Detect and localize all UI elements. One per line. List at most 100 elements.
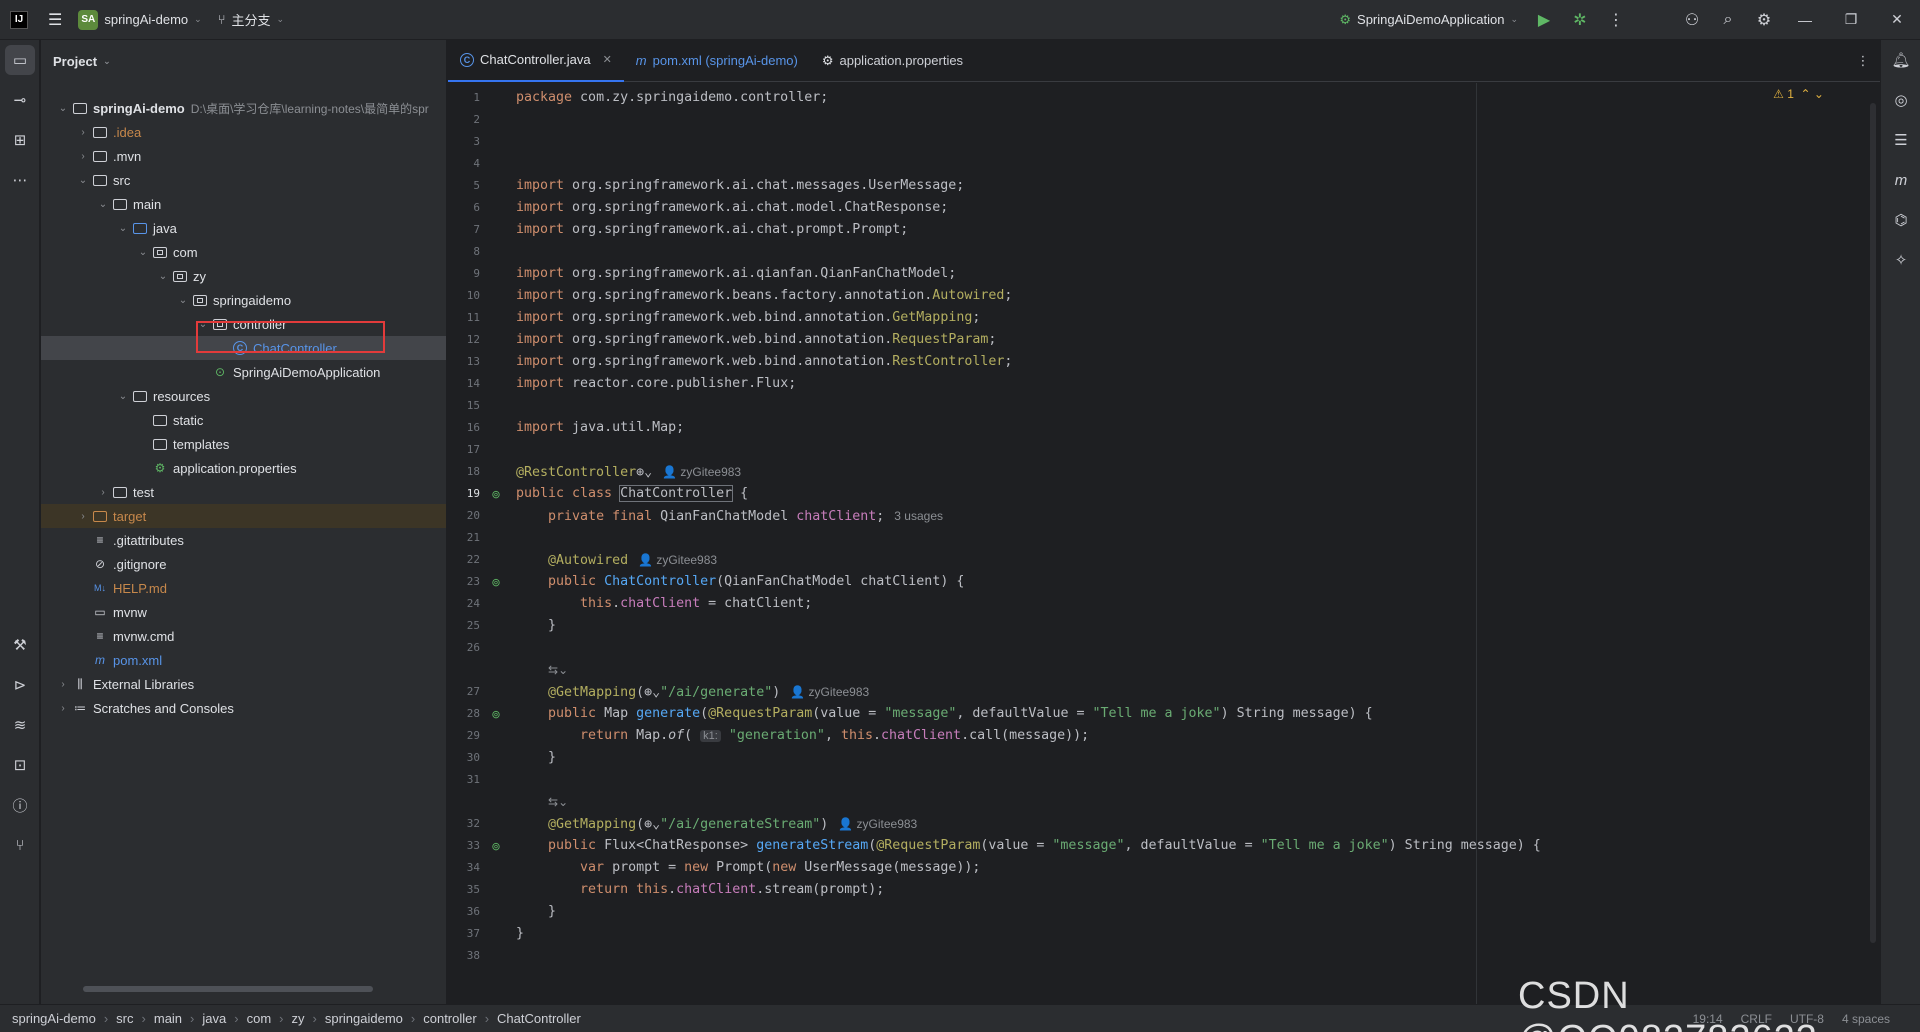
chevron-right-icon[interactable]: › [55,703,71,714]
tree-item[interactable]: templates [41,432,446,456]
services-icon[interactable]: ⊳ [0,665,40,705]
tree-item[interactable]: ⌄ springaidemo [41,288,446,312]
add-user-icon[interactable]: ⚇ [1674,0,1710,40]
horizontal-scrollbar[interactable] [83,986,373,992]
tree-item[interactable]: ⊙ SpringAiDemoApplication [41,360,446,384]
breadcrumb-item[interactable]: java [202,1011,226,1026]
spring-bean-gutter-icon[interactable]: ⊚ [488,486,504,502]
line-number[interactable]: 8 [448,241,518,263]
line-number[interactable]: 9 [448,263,518,285]
chevron-down-icon[interactable]: ⌄ [155,271,171,282]
tree-item[interactable]: › .idea [41,120,446,144]
code-line[interactable]: ⇆⌄ [516,791,568,813]
code-line[interactable]: import reactor.core.publisher.Flux; [516,373,796,395]
close-tab-icon[interactable]: ✕ [603,53,612,66]
breadcrumb-item[interactable]: com [247,1011,272,1026]
project-panel-header[interactable]: Project ⌄ [41,40,446,82]
breadcrumb-item[interactable]: springAi-demo [12,1011,96,1026]
line-number[interactable]: 29 [448,725,518,747]
tree-item[interactable]: ▭ mvnw [41,600,446,624]
code-line[interactable]: var prompt = new Prompt(new UserMessage(… [516,857,980,879]
line-number[interactable] [448,659,518,681]
code-line[interactable]: } [516,923,524,945]
code-line[interactable]: this.chatClient = chatClient; [516,593,812,615]
chevron-right-icon[interactable]: › [75,151,91,162]
spring-bean-gutter-icon[interactable]: ⊚ [488,706,504,722]
tree-item[interactable]: ⌄ zy [41,264,446,288]
chevron-right-icon[interactable]: › [95,487,111,498]
code-line[interactable]: } [516,747,556,769]
code-line[interactable]: } [516,901,556,923]
tree-item[interactable]: ≡ .gitattributes [41,528,446,552]
python-icon[interactable]: ⌬ [1881,200,1920,240]
line-number[interactable]: 33 [448,835,518,857]
line-number[interactable]: 22 [448,549,518,571]
editor-tab[interactable]: ⚙ application.properties [810,40,975,82]
problems-icon[interactable]: ⓘ [0,785,40,825]
line-number[interactable]: 32 [448,813,518,835]
breadcrumb-item[interactable]: zy [292,1011,305,1026]
line-number[interactable]: 24 [448,593,518,615]
code-line[interactable]: public Flux<ChatResponse> generateStream… [516,835,1541,857]
tree-item[interactable]: ⌄ main [41,192,446,216]
run-config-selector[interactable]: ⚙ SpringAiDemoApplication ⌄ [1331,6,1526,34]
line-number[interactable]: 5 [448,175,518,197]
editor-tab[interactable]: C ChatController.java ✕ [448,40,624,82]
project-switcher[interactable]: SA springAi-demo ⌄ [70,6,209,34]
breadcrumb-item[interactable]: src [116,1011,133,1026]
line-number[interactable]: 20 [448,505,518,527]
code-line[interactable]: public class ChatController { [516,483,748,505]
structure-icon[interactable]: ⊞ [0,120,40,160]
line-number[interactable]: 6 [448,197,518,219]
line-number[interactable]: 26 [448,637,518,659]
code-line[interactable]: import org.springframework.ai.chat.model… [516,197,948,219]
line-number[interactable]: 25 [448,615,518,637]
build-hammer-icon[interactable]: ⚒ [0,625,40,665]
line-number[interactable]: 1 [448,87,518,109]
tree-item[interactable]: ⌄ com [41,240,446,264]
chevron-right-icon[interactable]: › [75,511,91,522]
tree-item[interactable]: M↓ HELP.md [41,576,446,600]
code-line[interactable]: @Autowired 👤 zyGitee983 [516,549,717,571]
chevron-down-icon[interactable]: ⌄ [55,103,71,114]
code-line[interactable]: return this.chatClient.stream(prompt); [516,879,884,901]
line-number[interactable]: 34 [448,857,518,879]
tree-item[interactable]: ⚙ application.properties [41,456,446,480]
chevron-down-icon[interactable]: ⌄ [75,175,91,186]
run-icon[interactable]: ▶ [1526,0,1562,40]
line-number[interactable]: 4 [448,153,518,175]
code-line[interactable]: @GetMapping(⊕⌄"/ai/generateStream") 👤 zyG… [516,813,917,835]
line-number[interactable]: 21 [448,527,518,549]
tree-item[interactable]: › ⫼ External Libraries [41,672,446,696]
tree-item[interactable]: › ≔ Scratches and Consoles [41,696,446,720]
line-number[interactable]: 15 [448,395,518,417]
tree-item[interactable]: C ChatController [41,336,446,360]
chevron-down-icon[interactable]: ⌄ [115,391,131,402]
line-number[interactable]: 2 [448,109,518,131]
spring-bean-gutter-icon[interactable]: ⊚ [488,574,504,590]
editor-tab[interactable]: m pom.xml (springAi-demo) [624,40,810,82]
ai-assistant-icon[interactable]: ◎ [1881,80,1920,120]
ide-logo-icon[interactable]: IJ [10,10,28,29]
layers-icon[interactable]: ≋ [0,705,40,745]
line-number[interactable]: 3 [448,131,518,153]
line-number[interactable]: 10 [448,285,518,307]
tabs-more-icon[interactable]: ⋮ [1846,40,1880,82]
chevron-right-icon[interactable]: › [75,127,91,138]
tree-item[interactable]: static [41,408,446,432]
line-number[interactable]: 23 [448,571,518,593]
git-icon[interactable]: ⑂ [0,825,40,865]
database-icon[interactable]: ☰ [1881,120,1920,160]
tree-item[interactable]: ⌄ java [41,216,446,240]
branch-switcher[interactable]: ⑂ 主分支 ⌄ [210,6,292,34]
tree-item[interactable]: › .mvn [41,144,446,168]
line-number[interactable]: 30 [448,747,518,769]
code-line[interactable]: import org.springframework.web.bind.anno… [516,329,996,351]
debug-icon[interactable]: ✲ [1562,0,1598,40]
tree-item[interactable]: › test [41,480,446,504]
line-number[interactable]: 13 [448,351,518,373]
chevron-down-icon[interactable]: ⌄ [195,319,211,330]
tree-item[interactable]: m pom.xml [41,648,446,672]
line-number[interactable]: 38 [448,945,518,967]
code-line[interactable]: } [516,615,556,637]
